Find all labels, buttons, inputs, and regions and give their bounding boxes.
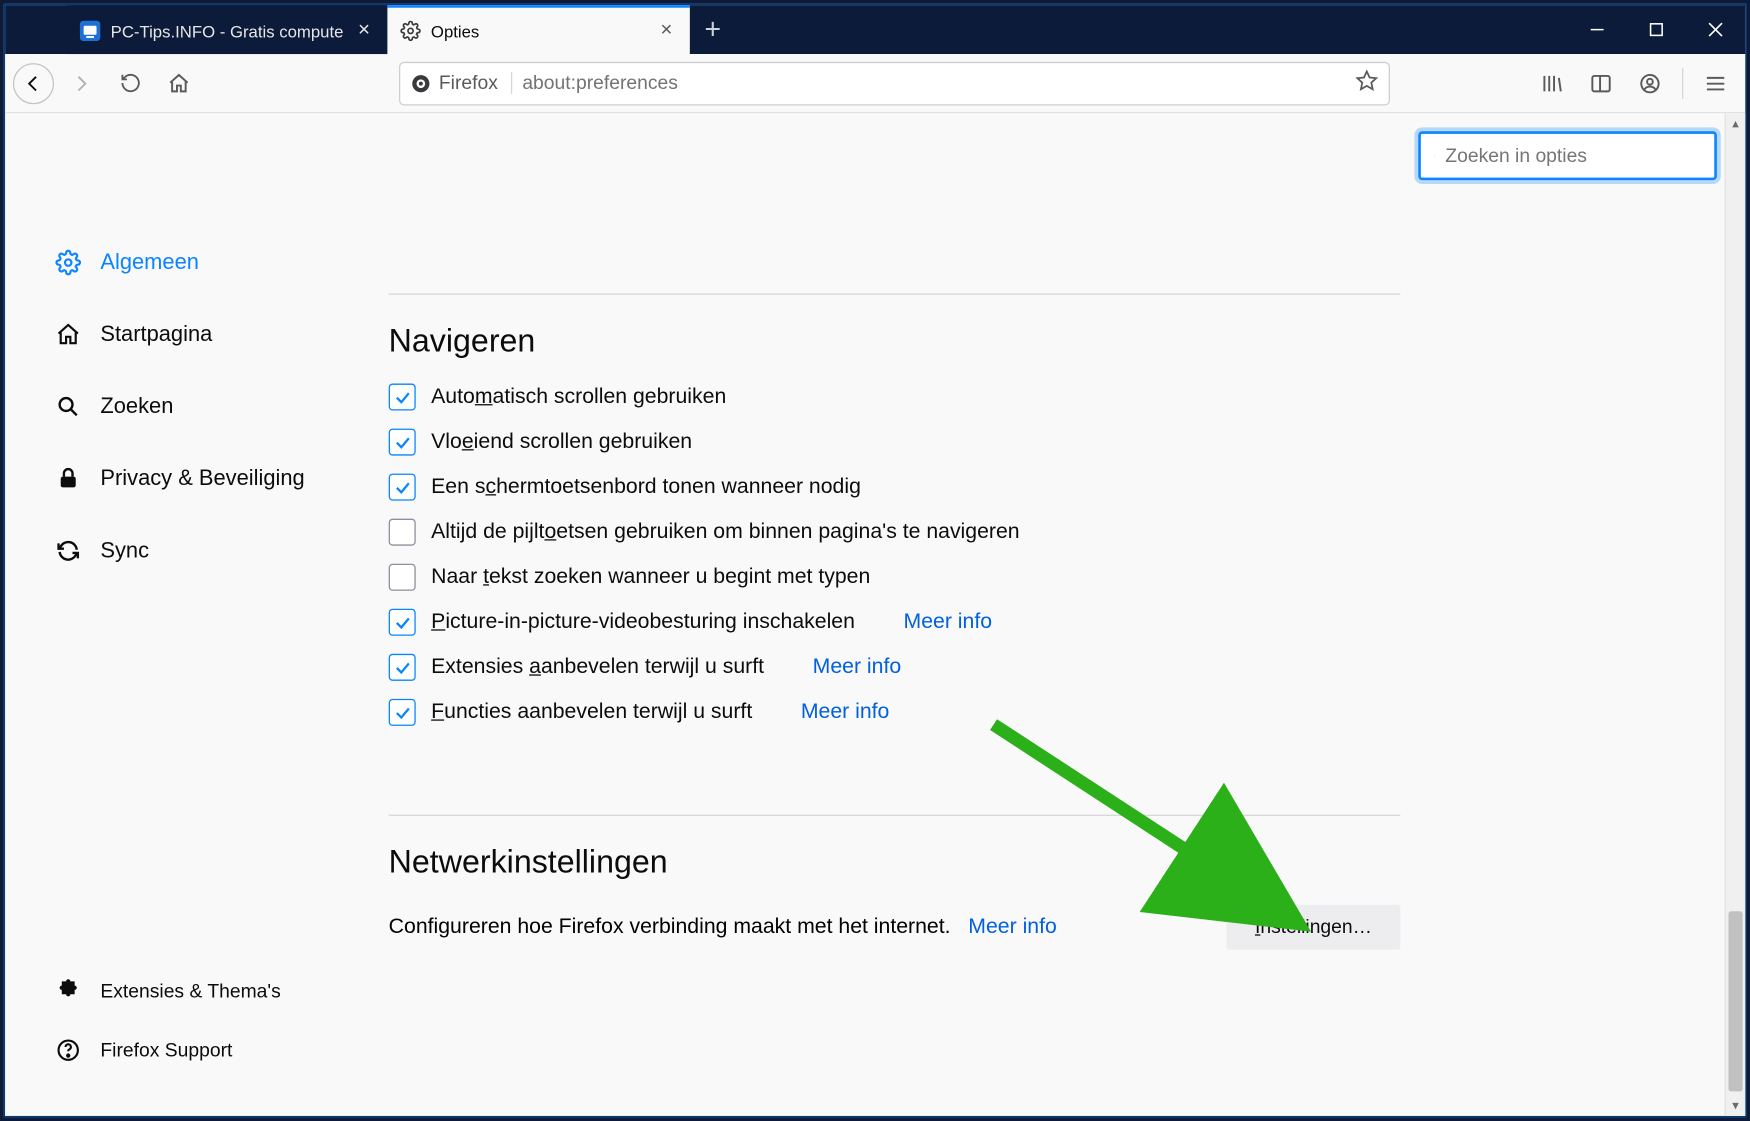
checkbox-label[interactable]: Een schermtoetsenbord tonen wanneer nodi…	[431, 475, 861, 499]
checkbox-row: Extensies aanbevelen terwijl u surft Mee…	[389, 654, 1406, 681]
sync-icon	[54, 537, 82, 565]
close-icon[interactable]: ×	[354, 21, 375, 42]
preferences-main: Navigeren Automatisch scrollen gebruiken…	[389, 113, 1745, 1116]
checkbox[interactable]	[389, 564, 416, 591]
learn-more-link[interactable]: Meer info	[801, 700, 890, 724]
scroll-down-icon[interactable]: ▾	[1726, 1095, 1745, 1116]
sidebar-item-label: Extensies & Thema's	[100, 980, 280, 1002]
browser-window: PC-Tips.INFO - Gratis compute × Opties ×…	[4, 4, 1747, 1117]
checkbox[interactable]	[389, 429, 416, 456]
checkbox[interactable]	[389, 384, 416, 411]
sidebar-item-label: Privacy & Beveiliging	[100, 466, 304, 492]
close-icon[interactable]: ×	[656, 21, 677, 42]
window-controls	[1568, 5, 1746, 54]
preferences-sidebar: Algemeen Startpagina Zoeken Privacy & Be…	[5, 113, 389, 1116]
back-button[interactable]	[13, 62, 54, 103]
sidebar-item-label: Algemeen	[100, 250, 199, 276]
sidebar-item-privacy[interactable]: Privacy & Beveiliging	[54, 443, 389, 515]
tab-label: PC-Tips.INFO - Gratis compute	[111, 21, 344, 40]
checkbox[interactable]	[389, 654, 416, 681]
checkbox-label[interactable]: Naar tekst zoeken wanneer u begint met t…	[431, 565, 870, 589]
identity-label: Firefox	[439, 72, 498, 94]
checkbox-row: Een schermtoetsenbord tonen wanneer nodi…	[389, 474, 1406, 501]
sidebar-item-extensions[interactable]: Extensies & Thema's	[54, 961, 389, 1020]
home-button[interactable]	[157, 61, 201, 105]
help-icon	[54, 1036, 82, 1064]
network-settings-button[interactable]: Instellingen…	[1227, 905, 1401, 950]
close-window-button[interactable]	[1686, 5, 1745, 54]
checkbox-label[interactable]: Vloeiend scrollen gebruiken	[431, 430, 692, 454]
learn-more-link[interactable]: Meer info	[904, 610, 993, 634]
gear-icon	[400, 21, 421, 42]
new-tab-button[interactable]: +	[690, 5, 736, 54]
sidebar-item-home[interactable]: Startpagina	[54, 299, 389, 371]
checkbox-label[interactable]: Functies aanbevelen terwijl u surft	[431, 700, 752, 724]
search-icon	[54, 393, 82, 421]
divider	[389, 815, 1401, 816]
sidebar-item-search[interactable]: Zoeken	[54, 371, 389, 443]
section-title-browsing: Navigeren	[389, 323, 1406, 360]
maximize-button[interactable]	[1627, 5, 1686, 54]
vertical-scrollbar[interactable]: ▴ ▾	[1725, 113, 1746, 1116]
checkbox-row: Altijd de pijltoetsen gebruiken om binne…	[389, 519, 1406, 546]
reload-button[interactable]	[108, 61, 152, 105]
checkbox[interactable]	[389, 519, 416, 546]
tab-options[interactable]: Opties ×	[387, 5, 689, 54]
sidebar-item-label: Sync	[100, 538, 149, 564]
network-learnmore-link[interactable]: Meer info	[968, 915, 1057, 938]
account-icon[interactable]	[1628, 61, 1672, 105]
sidebar-item-label: Firefox Support	[100, 1039, 232, 1061]
puzzle-icon	[54, 977, 82, 1005]
tab-pctips[interactable]: PC-Tips.INFO - Gratis compute ×	[67, 5, 387, 54]
sidebar-item-label: Zoeken	[100, 394, 173, 420]
sidebar-item-support[interactable]: Firefox Support	[54, 1021, 389, 1080]
url-text: about:preferences	[522, 72, 1345, 94]
learn-more-link[interactable]: Meer info	[813, 655, 902, 679]
tab-label: Opties	[431, 21, 646, 40]
scroll-up-icon[interactable]: ▴	[1726, 113, 1745, 134]
title-bar: PC-Tips.INFO - Gratis compute × Opties ×…	[5, 5, 1745, 54]
scrollbar-thumb[interactable]	[1728, 911, 1742, 1091]
sidebar-item-label: Startpagina	[100, 322, 212, 348]
library-icon[interactable]	[1530, 61, 1574, 105]
preferences-search[interactable]	[1418, 131, 1717, 180]
checkbox-row: Picture-in-picture-videobesturing inscha…	[389, 609, 1406, 636]
favicon-pctips	[80, 21, 101, 42]
navigation-toolbar: Firefox about:preferences	[5, 54, 1745, 113]
checkbox-row: Vloeiend scrollen gebruiken	[389, 429, 1406, 456]
checkbox-label[interactable]: Extensies aanbevelen terwijl u surft	[431, 655, 764, 679]
sidebar-item-general[interactable]: Algemeen	[54, 227, 389, 299]
checkbox-row: Automatisch scrollen gebruiken	[389, 384, 1406, 411]
lock-icon	[54, 465, 82, 493]
menu-icon[interactable]	[1694, 61, 1738, 105]
home-icon	[54, 320, 82, 348]
network-description: Configureren hoe Firefox verbinding maak…	[389, 915, 1057, 939]
bookmark-star-icon[interactable]	[1355, 69, 1378, 97]
search-input[interactable]	[1445, 145, 1701, 167]
checkbox-label[interactable]: Picture-in-picture-videobesturing inscha…	[431, 610, 855, 634]
identity-box[interactable]: Firefox	[411, 72, 512, 94]
forward-button[interactable]	[59, 61, 103, 105]
divider	[389, 293, 1401, 294]
gear-icon	[54, 248, 82, 276]
content-area: Algemeen Startpagina Zoeken Privacy & Be…	[5, 113, 1745, 1116]
minimize-button[interactable]	[1568, 5, 1627, 54]
checkbox[interactable]	[389, 699, 416, 726]
checkbox-row: Functies aanbevelen terwijl u surft Meer…	[389, 699, 1406, 726]
checkbox-label[interactable]: Automatisch scrollen gebruiken	[431, 385, 726, 409]
checkbox[interactable]	[389, 474, 416, 501]
checkbox[interactable]	[389, 609, 416, 636]
sidebar-item-sync[interactable]: Sync	[54, 515, 389, 587]
url-bar[interactable]: Firefox about:preferences	[399, 61, 1390, 105]
checkbox-label[interactable]: Altijd de pijltoetsen gebruiken om binne…	[431, 520, 1019, 544]
sidebar-icon[interactable]	[1579, 61, 1623, 105]
checkbox-row: Naar tekst zoeken wanneer u begint met t…	[389, 564, 1406, 591]
section-title-network: Netwerkinstellingen	[389, 844, 1406, 881]
